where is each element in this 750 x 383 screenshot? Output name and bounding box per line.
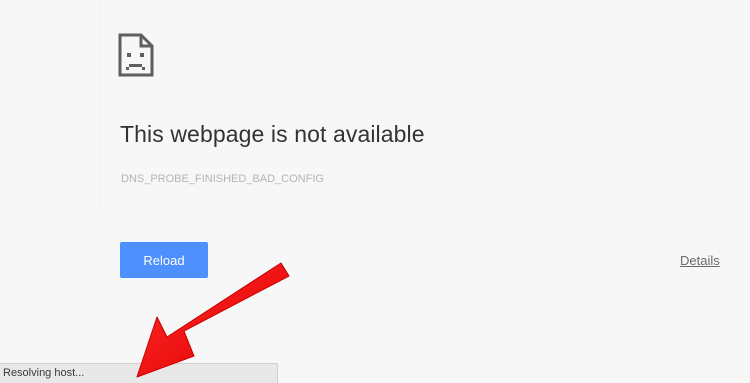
reload-button[interactable]: Reload [120, 242, 208, 278]
details-link[interactable]: Details [680, 253, 720, 268]
status-bubble: Resolving host... [0, 363, 278, 383]
content-column-divider [100, 0, 101, 205]
error-code: DNS_PROBE_FINISHED_BAD_CONFIG [121, 173, 324, 185]
error-title: This webpage is not available [120, 121, 425, 147]
sad-page-icon [118, 33, 154, 77]
red-arrow-icon [136, 262, 290, 378]
status-text: Resolving host... [3, 367, 85, 379]
